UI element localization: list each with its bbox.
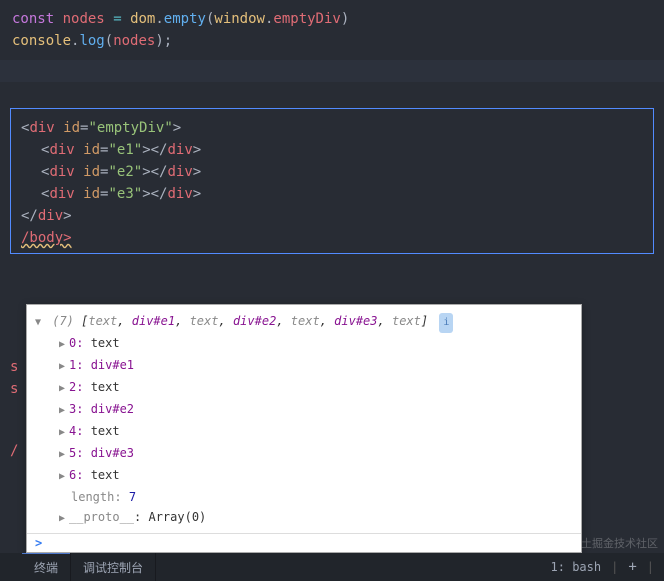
expand-arrow-icon[interactable]: ▶	[59, 401, 69, 421]
html-code-block[interactable]: <div id="emptyDiv"> <div id="e1"></div> …	[10, 108, 654, 254]
html-open-tag: <div id="emptyDiv">	[21, 117, 643, 139]
watermark: @稀土掘金技术社区	[563, 535, 658, 551]
console-entry-2[interactable]: ▶2: text	[35, 377, 573, 399]
expand-arrow-icon[interactable]: ▶	[59, 335, 69, 355]
console-output-popup[interactable]: ▼ (7) [text, div#e1, text, div#e2, text,…	[26, 304, 582, 553]
expand-arrow-icon[interactable]: ▶	[59, 357, 69, 377]
console-length: length: 7	[35, 487, 573, 507]
console-entry-5[interactable]: ▶5: div#e3	[35, 443, 573, 465]
new-terminal-button[interactable]: +	[628, 559, 636, 575]
info-badge-icon[interactable]: i	[439, 313, 453, 333]
code-line-1: const nodes = dom.empty(window.emptyDiv)	[12, 8, 652, 30]
console-entry-4[interactable]: ▶4: text	[35, 421, 573, 443]
html-child-2: <div id="e2"></div>	[21, 161, 643, 183]
console-entry-0[interactable]: ▶0: text	[35, 333, 573, 355]
expand-arrow-icon[interactable]: ▶	[59, 379, 69, 399]
expand-arrow-icon[interactable]: ▶	[59, 467, 69, 487]
html-child-1: <div id="e1"></div>	[21, 139, 643, 161]
expand-arrow-down-icon[interactable]: ▼	[35, 313, 45, 333]
tab-terminal[interactable]: 终端	[22, 553, 71, 581]
expand-arrow-icon[interactable]: ▶	[59, 445, 69, 465]
console-body: ▼ (7) [text, div#e1, text, div#e2, text,…	[27, 305, 581, 533]
console-summary[interactable]: ▼ (7) [text, div#e1, text, div#e2, text,…	[35, 311, 573, 333]
html-child-3: <div id="e3"></div>	[21, 183, 643, 205]
console-proto[interactable]: ▶__proto__: Array(0)	[35, 507, 573, 529]
code-line-2: console.log(nodes);	[12, 30, 652, 52]
expand-arrow-icon[interactable]: ▶	[59, 423, 69, 443]
console-entry-3[interactable]: ▶3: div#e2	[35, 399, 573, 421]
expand-arrow-icon[interactable]: ▶	[59, 509, 69, 529]
console-prompt[interactable]: >	[27, 533, 581, 552]
html-close-tag: </div>	[21, 205, 643, 227]
html-body-close: /body>	[21, 227, 643, 249]
tab-debug-console[interactable]: 调试控制台	[71, 553, 156, 581]
terminal-selector[interactable]: 1: bash	[551, 560, 602, 574]
editor-blank-line	[0, 60, 664, 82]
code-editor-top: const nodes = dom.empty(window.emptyDiv)…	[0, 0, 664, 60]
console-entry-1[interactable]: ▶1: div#e1	[35, 355, 573, 377]
prompt-caret-icon: >	[35, 536, 42, 550]
terminal-panel-tabs: 终端 调试控制台 1: bash | + |	[0, 553, 664, 581]
editor-left-fragments: s s /	[10, 316, 18, 462]
console-entry-6[interactable]: ▶6: text	[35, 465, 573, 487]
